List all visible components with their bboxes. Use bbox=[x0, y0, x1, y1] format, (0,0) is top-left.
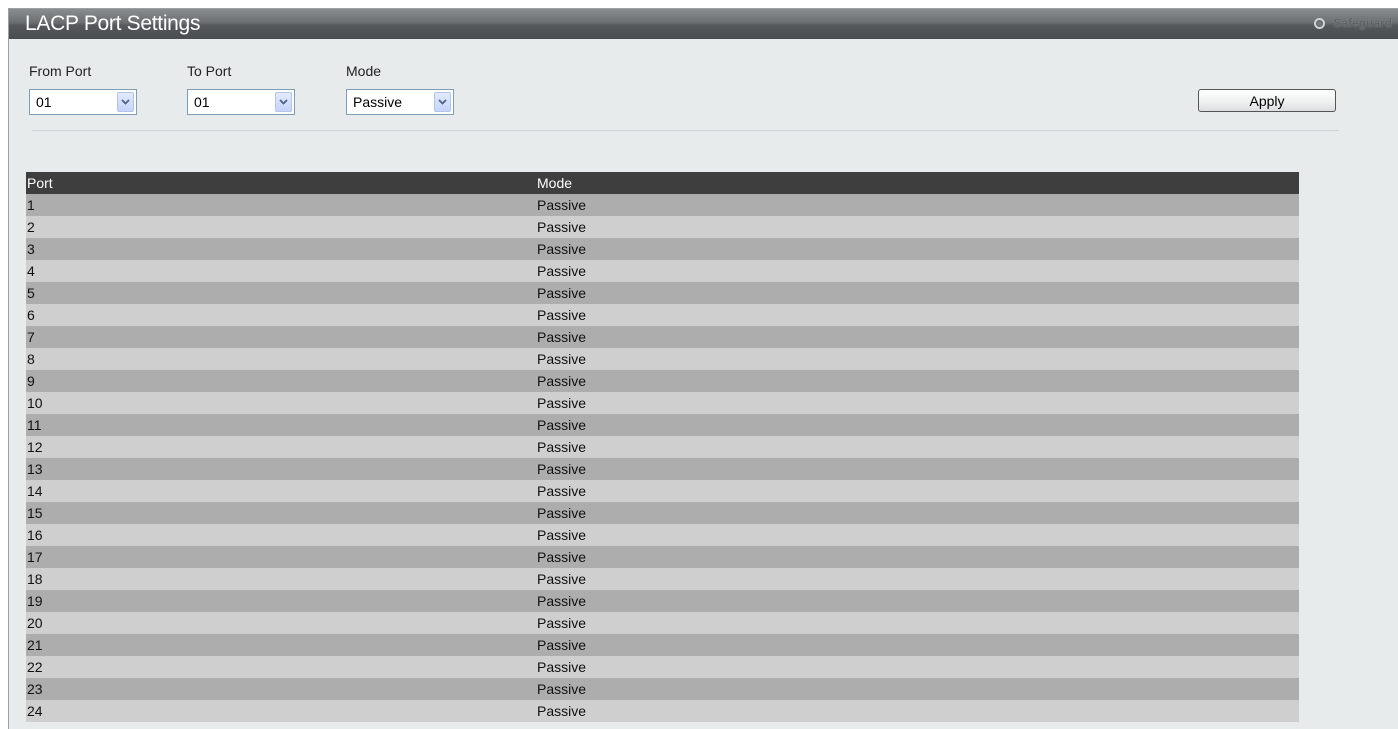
mode-cell: Passive bbox=[537, 461, 587, 477]
table-row: 10 Passive bbox=[26, 392, 1299, 414]
port-cell: 16 bbox=[27, 527, 43, 543]
chevron-down-icon[interactable] bbox=[275, 92, 292, 112]
chevron-down-icon[interactable] bbox=[117, 92, 134, 112]
table-row: 14 Passive bbox=[26, 480, 1299, 502]
safeguard-indicator-icon bbox=[1314, 17, 1326, 29]
table-row: 4 Passive bbox=[26, 260, 1299, 282]
mode-cell: Passive bbox=[537, 417, 587, 433]
title-bar: LACP Port Settings Safeguard bbox=[9, 9, 1398, 39]
mode-cell: Passive bbox=[537, 439, 587, 455]
to-port-select[interactable]: 01 bbox=[187, 89, 295, 115]
mode-cell: Passive bbox=[537, 307, 587, 323]
table-row: 8 Passive bbox=[26, 348, 1299, 370]
mode-label: Mode bbox=[346, 63, 382, 79]
table-row: 6 Passive bbox=[26, 304, 1299, 326]
port-cell: 10 bbox=[27, 395, 43, 411]
table-row: 15 Passive bbox=[26, 502, 1299, 524]
table-row: 2 Passive bbox=[26, 216, 1299, 238]
from-port-label: From Port bbox=[29, 63, 92, 79]
table-row: 9 Passive bbox=[26, 370, 1299, 392]
mode-cell: Passive bbox=[537, 263, 587, 279]
port-cell: 5 bbox=[27, 285, 35, 301]
table-row: 20 Passive bbox=[26, 612, 1299, 634]
port-cell: 19 bbox=[27, 593, 43, 609]
chevron-down-icon[interactable] bbox=[434, 92, 451, 112]
mode-cell: Passive bbox=[537, 527, 587, 543]
port-cell: 13 bbox=[27, 461, 43, 477]
mode-cell: Passive bbox=[537, 681, 587, 697]
mode-cell: Passive bbox=[537, 373, 587, 389]
table-row: 22 Passive bbox=[26, 656, 1299, 678]
port-cell: 12 bbox=[27, 439, 43, 455]
table-row: 16 Passive bbox=[26, 524, 1299, 546]
table-row: 3 Passive bbox=[26, 238, 1299, 260]
port-cell: 20 bbox=[27, 615, 43, 631]
port-cell: 18 bbox=[27, 571, 43, 587]
table-row: 7 Passive bbox=[26, 326, 1299, 348]
port-cell: 8 bbox=[27, 351, 35, 367]
mode-cell: Passive bbox=[537, 637, 587, 653]
mode-cell: Passive bbox=[537, 241, 587, 257]
port-cell: 9 bbox=[27, 373, 35, 389]
table-row: 1 Passive bbox=[26, 194, 1299, 216]
port-column-header: Port bbox=[27, 175, 53, 191]
mode-cell: Passive bbox=[537, 285, 587, 301]
content-frame: LACP Port Settings Safeguard From Port 0… bbox=[8, 8, 1398, 729]
safeguard-indicator: Safeguard bbox=[1314, 16, 1392, 30]
divider bbox=[32, 130, 1339, 131]
mode-value: Passive bbox=[353, 94, 403, 110]
table-row: 21 Passive bbox=[26, 634, 1299, 656]
table-body: 1 Passive 2 Passive 3 Passive 4 Passive 5 Passive… bbox=[26, 194, 1299, 722]
mode-cell: Passive bbox=[537, 329, 587, 345]
mode-cell: Passive bbox=[537, 593, 587, 609]
port-cell: 2 bbox=[27, 219, 35, 235]
mode-column-header: Mode bbox=[537, 175, 573, 191]
table-row: 12 Passive bbox=[26, 436, 1299, 458]
mode-cell: Passive bbox=[537, 483, 587, 499]
table-row: 24 Passive bbox=[26, 700, 1299, 722]
port-cell: 15 bbox=[27, 505, 43, 521]
port-cell: 11 bbox=[27, 417, 42, 433]
table-row: 5 Passive bbox=[26, 282, 1299, 304]
table-row: 23 Passive bbox=[26, 678, 1299, 700]
table-header: Port Mode bbox=[26, 172, 1299, 194]
lacp-port-table: Port Mode 1 Passive 2 Passive 3 Passive 4 Passi… bbox=[26, 172, 1299, 722]
from-port-value: 01 bbox=[36, 94, 52, 110]
port-cell: 3 bbox=[27, 241, 35, 257]
port-cell: 17 bbox=[27, 549, 43, 565]
mode-cell: Passive bbox=[537, 571, 587, 587]
mode-select[interactable]: Passive bbox=[346, 89, 454, 115]
mode-cell: Passive bbox=[537, 505, 587, 521]
port-cell: 23 bbox=[27, 681, 43, 697]
port-cell: 22 bbox=[27, 659, 43, 675]
from-port-select[interactable]: 01 bbox=[29, 89, 137, 115]
port-cell: 7 bbox=[27, 329, 35, 345]
port-cell: 6 bbox=[27, 307, 35, 323]
mode-cell: Passive bbox=[537, 219, 587, 235]
mode-cell: Passive bbox=[537, 395, 587, 411]
port-cell: 21 bbox=[27, 637, 43, 653]
mode-cell: Passive bbox=[537, 197, 587, 213]
mode-cell: Passive bbox=[537, 659, 587, 675]
port-cell: 1 bbox=[27, 197, 35, 213]
port-cell: 4 bbox=[27, 263, 35, 279]
port-cell: 14 bbox=[27, 483, 43, 499]
table-row: 13 Passive bbox=[26, 458, 1299, 480]
table-row: 18 Passive bbox=[26, 568, 1299, 590]
mode-cell: Passive bbox=[537, 615, 587, 631]
port-cell: 24 bbox=[27, 703, 43, 719]
table-row: 11 Passive bbox=[26, 414, 1299, 436]
table-row: 17 Passive bbox=[26, 546, 1299, 568]
mode-cell: Passive bbox=[537, 549, 587, 565]
mode-cell: Passive bbox=[537, 351, 587, 367]
safeguard-label: Safeguard bbox=[1333, 16, 1392, 30]
to-port-label: To Port bbox=[187, 63, 232, 79]
mode-cell: Passive bbox=[537, 703, 587, 719]
apply-button[interactable]: Apply bbox=[1198, 89, 1336, 112]
table-row: 19 Passive bbox=[26, 590, 1299, 612]
page-title: LACP Port Settings bbox=[25, 12, 201, 35]
to-port-value: 01 bbox=[194, 94, 210, 110]
